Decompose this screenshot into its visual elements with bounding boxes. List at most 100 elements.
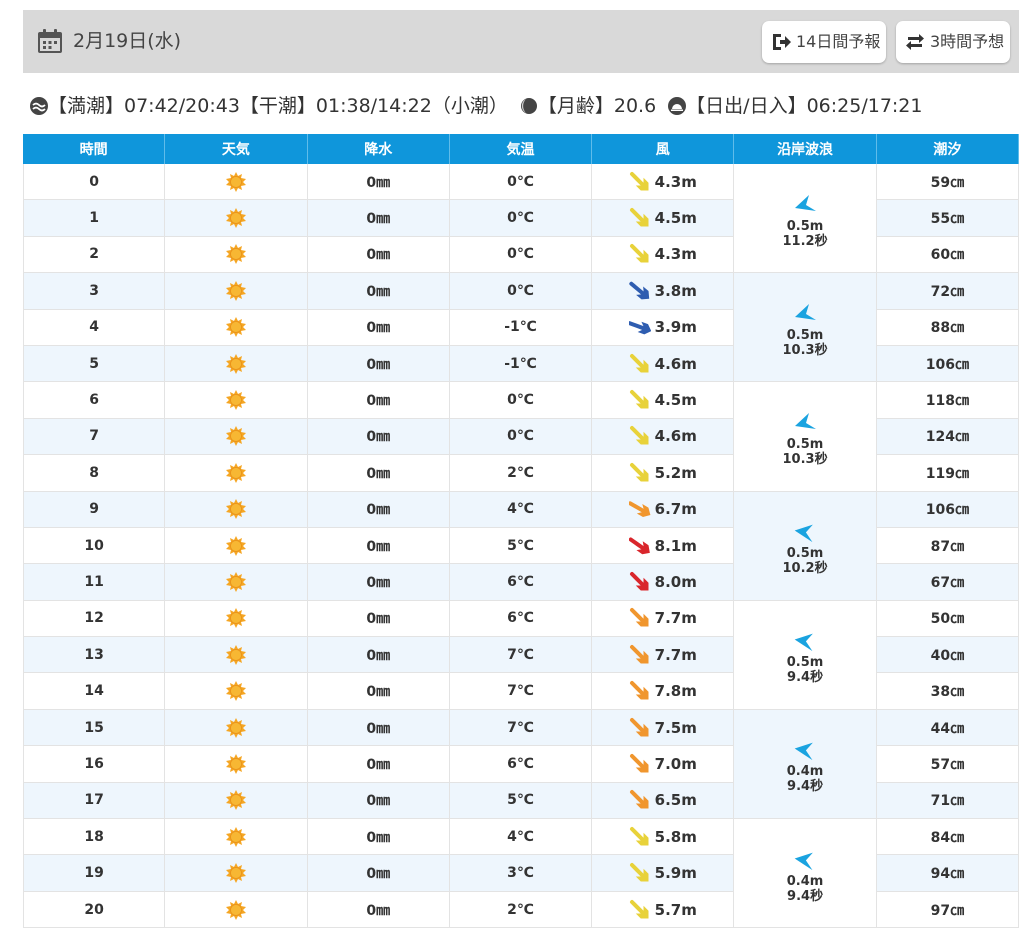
wave-direction-icon <box>795 412 817 429</box>
weather-cell <box>165 709 308 747</box>
tide-cell: 60㎝ <box>876 236 1019 274</box>
hour-cell: 6 <box>23 382 166 419</box>
wave-cell: 0.5m 10.2秒 <box>734 491 877 601</box>
hour-cell: 19 <box>23 855 166 892</box>
precip-cell: 0㎜ <box>307 891 450 929</box>
forecast-table: 時間 天気 降水 気温風沿岸波浪 潮汐 0 0㎜ 0℃ 4.3m 59㎝ 1 0㎜ 0℃ 4.5m 55㎝ 2… <box>23 134 1019 929</box>
sunrise-sunset-text: 【日出/日入】06:25/17:21 <box>686 95 923 117</box>
wave-direction-icon <box>794 852 813 870</box>
wave-cell: 0.4m 9.4秒 <box>734 709 877 820</box>
tide-cell: 88㎝ <box>876 309 1019 346</box>
wind-cell: 7.5m <box>592 709 735 747</box>
sunny-icon <box>225 535 246 556</box>
precip-cell: 0㎜ <box>307 418 450 456</box>
wave-height: 0.4m <box>786 873 824 889</box>
tide-type-text: （小潮） <box>431 95 508 117</box>
wave-period: 10.2秒 <box>782 561 828 577</box>
weather-cell <box>165 164 308 201</box>
hour-cell: 10 <box>23 527 166 565</box>
weather-cell <box>165 382 308 419</box>
wind-speed: 8.1m <box>654 536 697 555</box>
hour-cell: 3 <box>23 273 166 310</box>
low-tide-text: 【干潮】01:38/14:22 <box>239 95 432 117</box>
wind-cell: 7.7m <box>592 600 735 638</box>
wind-speed: 4.5m <box>654 391 697 410</box>
header-weather: 天気 <box>165 134 308 164</box>
wave-cell: 0.5m 11.2秒 <box>734 164 877 274</box>
weather-cell <box>165 527 308 565</box>
tide-cell: 72㎝ <box>876 273 1019 310</box>
tide-cell: 106㎝ <box>876 345 1019 383</box>
wind-speed: 8.0m <box>654 572 697 591</box>
weather-cell <box>165 491 308 528</box>
wind-cell: 6.5m <box>592 782 735 820</box>
precip-cell: 0㎜ <box>307 564 450 601</box>
temp-cell: 0℃ <box>449 164 593 201</box>
wave-height: 0.4m <box>786 764 824 780</box>
tide-icon <box>30 97 48 115</box>
14-day-forecast-button[interactable]: 14日間予報 <box>762 21 886 63</box>
3-hour-forecast-button[interactable]: 3時間予想 <box>896 21 1010 63</box>
wind-cell: 5.2m <box>592 455 735 492</box>
wind-arrow-icon <box>629 863 649 882</box>
wave-cell: 0.4m 9.4秒 <box>734 819 877 929</box>
wave-direction-icon <box>794 524 813 543</box>
precip-cell: 0㎜ <box>307 273 450 310</box>
wind-speed: 4.5m <box>654 209 697 228</box>
wind-cell: 8.0m <box>592 564 735 601</box>
weather-cell <box>165 600 308 638</box>
precip-cell: 0㎜ <box>307 782 450 820</box>
tide-cell: 119㎝ <box>876 455 1019 492</box>
tide-cell: 38㎝ <box>876 673 1019 710</box>
wind-speed: 7.0m <box>654 754 697 773</box>
sunny-icon <box>225 790 246 811</box>
precip-cell: 0㎜ <box>307 309 450 346</box>
calendar-icon <box>38 29 62 53</box>
wind-cell: 5.9m <box>592 855 735 892</box>
wind-arrow-icon <box>629 462 649 482</box>
moon-age-text: 【月齢】20.6 <box>537 95 657 117</box>
date-header: 2月19日(水) 14日間予報 3時間予想 <box>23 10 1019 73</box>
wind-speed: 3.9m <box>654 318 697 337</box>
sunny-icon <box>225 899 246 920</box>
wind-cell: 4.6m <box>592 345 735 383</box>
temp-cell: 2℃ <box>449 891 593 929</box>
wind-cell: 6.7m <box>592 491 735 528</box>
precip-cell: 0㎜ <box>307 709 450 747</box>
weather-cell <box>165 855 308 892</box>
sunny-icon <box>225 462 246 483</box>
exit-icon <box>773 34 791 50</box>
wind-speed: 5.9m <box>654 864 697 883</box>
wind-cell: 3.9m <box>592 309 735 346</box>
wind-arrow-icon <box>629 681 649 700</box>
precip-cell: 0㎜ <box>307 200 450 237</box>
precip-cell: 0㎜ <box>307 673 450 710</box>
sunny-icon <box>225 826 246 847</box>
tide-cell: 55㎝ <box>876 200 1019 237</box>
wind-speed: 7.5m <box>654 718 697 737</box>
precip-cell: 0㎜ <box>307 527 450 565</box>
tide-sun-info: 【満潮】07:42/20:43【干潮】01:38/14:22（小潮） 【月齢】2… <box>30 93 923 119</box>
wind-cell: 7.0m <box>592 746 735 783</box>
weather-cell <box>165 345 308 383</box>
weather-cell <box>165 891 308 929</box>
temp-cell: 7℃ <box>449 673 593 710</box>
sunny-icon <box>225 317 246 338</box>
tide-cell: 67㎝ <box>876 564 1019 601</box>
wind-speed: 3.8m <box>654 281 697 300</box>
wave-period: 9.4秒 <box>787 670 824 686</box>
high-tide-text: 【満潮】07:42/20:43 <box>48 95 240 117</box>
wave-cell: 0.5m 10.3秒 <box>734 382 877 492</box>
wind-cell: 7.7m <box>592 637 735 674</box>
moon-icon <box>520 98 537 114</box>
wind-speed: 4.3m <box>654 172 697 191</box>
precip-cell: 0㎜ <box>307 382 450 419</box>
temp-cell: 3℃ <box>449 855 593 892</box>
precip-cell: 0㎜ <box>307 236 450 274</box>
wind-speed: 4.6m <box>654 427 697 446</box>
wind-arrow-icon <box>628 537 650 554</box>
precip-cell: 0㎜ <box>307 600 450 638</box>
wave-direction-icon <box>794 633 813 652</box>
3-hour-forecast-label: 3時間予想 <box>930 32 1005 51</box>
wind-speed: 4.6m <box>654 354 697 373</box>
